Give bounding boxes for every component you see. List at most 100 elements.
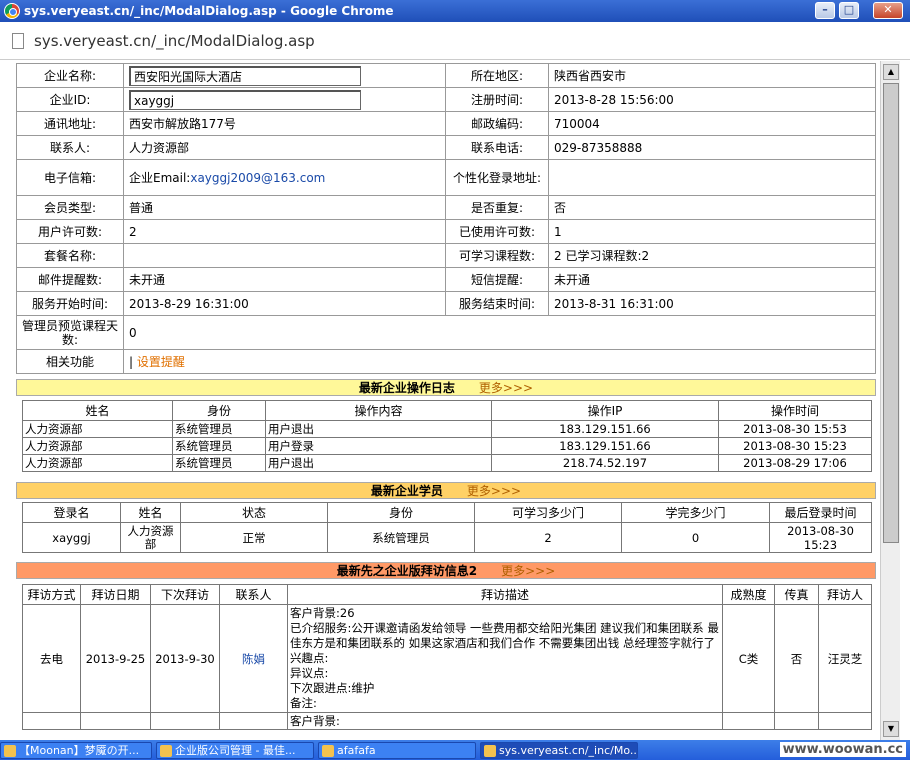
mail-remind-label: 邮件提醒数:: [16, 267, 124, 292]
watermark: www.woowan.cc: [779, 742, 906, 757]
visits-section-header: 最新先之企业版拜访信息2 更多>>>: [16, 562, 876, 579]
scroll-up-arrow-icon[interactable]: ▲: [883, 64, 899, 80]
student-cell: 正常: [180, 522, 328, 553]
visit-maturity: C类: [722, 604, 775, 713]
taskbar: 【Moonan】梦魇の开... 企业版公司管理 - 最佳... afafafa …: [0, 740, 910, 760]
log-cell: 人力资源部: [22, 437, 173, 455]
page-icon: [12, 33, 24, 49]
students-section-title: 最新企业学员: [370, 484, 443, 498]
contact-label: 联系人:: [16, 135, 124, 160]
package-label: 套餐名称:: [16, 243, 124, 268]
log-section-header: 最新企业操作日志 更多>>>: [16, 379, 876, 396]
taskbar-item-label: sys.veryeast.cn/_inc/Mo...: [499, 744, 638, 757]
member-type-value: 普通: [123, 195, 446, 220]
address-bar[interactable]: sys.veryeast.cn/_inc/ModalDialog.asp: [0, 22, 910, 60]
students-header: 登录名: [22, 502, 121, 523]
visit-desc-line: 备注:: [290, 696, 317, 710]
start-value: 2013-8-29 16:31:00: [123, 291, 446, 316]
visit-visitor: 汪灵芝: [818, 604, 872, 713]
visits-header: 成熟度: [722, 584, 775, 605]
visit-contact-link[interactable]: 陈娟: [219, 604, 288, 713]
students-section-header: 最新企业学员 更多>>>: [16, 482, 876, 499]
scroll-down-arrow-icon[interactable]: ▼: [883, 721, 899, 737]
custom-login-value: [548, 159, 876, 196]
zip-label: 邮政编码:: [445, 111, 549, 136]
visits-header: 下次拜访: [150, 584, 220, 605]
visit-desc-line: 已介绍服务:公开课邀请函发给领导 一些费用都交给阳光集团 建议我们和集团联系 最…: [290, 621, 719, 650]
log-header-role: 身份: [172, 400, 266, 421]
scroll-thumb[interactable]: [883, 83, 899, 543]
chrome-icon: [4, 3, 20, 19]
log-header-content: 操作内容: [265, 400, 492, 421]
visit-desc-line: 客户背景:: [287, 712, 723, 730]
admin-preview-label: 管理员预览课程天数:: [16, 315, 124, 350]
company-name-input[interactable]: 西安阳光国际大酒店: [129, 65, 361, 86]
package-value: [123, 243, 446, 268]
app-icon: [4, 745, 16, 757]
log-cell: 用户登录: [265, 437, 492, 455]
visit-desc-line: 兴趣点:: [290, 651, 329, 665]
minimize-button[interactable]: –: [815, 2, 835, 19]
related-label: 相关功能: [16, 349, 124, 374]
end-label: 服务结束时间:: [445, 291, 549, 316]
log-cell: 2013-08-30 15:53: [718, 420, 872, 438]
log-cell: 系统管理员: [172, 420, 266, 438]
maximize-button[interactable]: □: [839, 2, 859, 19]
region-label: 所在地区:: [445, 63, 549, 88]
student-cell: 2013-08-30 15:23: [769, 522, 872, 553]
folder-icon: [322, 745, 334, 757]
address-label: 通讯地址:: [16, 111, 124, 136]
user-license-value: 2: [123, 219, 446, 244]
duplicate-label: 是否重复:: [445, 195, 549, 220]
chrome-icon: [484, 745, 496, 757]
log-cell: 人力资源部: [22, 420, 173, 438]
visits-header: 联系人: [219, 584, 288, 605]
used-license-label: 已使用许可数:: [445, 219, 549, 244]
table-row: 人力资源部 系统管理员 用户退出 218.74.52.197 2013-08-29 17…: [22, 454, 872, 472]
visit-fax: 否: [774, 604, 819, 713]
log-cell: 用户退出: [265, 454, 492, 472]
log-cell: 用户退出: [265, 420, 492, 438]
member-type-label: 会员类型:: [16, 195, 124, 220]
table-row: 人力资源部 系统管理员 用户退出 183.129.151.66 2013-08-30 1…: [22, 420, 872, 438]
visit-date: 2013-9-25: [80, 604, 151, 713]
log-cell: 2013-08-29 17:06: [718, 454, 872, 472]
log-cell: 183.129.151.66: [491, 437, 719, 455]
visits-header: 拜访方式: [22, 584, 81, 605]
taskbar-item-label: 【Moonan】梦魇の开...: [19, 744, 140, 757]
visit-desc-line: 下次跟进点:维护: [290, 681, 375, 695]
taskbar-item-modal-dialog[interactable]: sys.veryeast.cn/_inc/Mo...: [480, 742, 638, 759]
reg-time-value: 2013-8-28 15:56:00: [548, 87, 876, 112]
taskbar-item-moonan[interactable]: 【Moonan】梦魇の开...: [0, 742, 152, 759]
window-title: sys.veryeast.cn/_inc/ModalDialog.asp - G…: [24, 4, 394, 18]
log-more-link[interactable]: 更多>>>: [479, 381, 533, 395]
company-id-input[interactable]: xayggj: [129, 89, 361, 110]
table-row: 人力资源部 系统管理员 用户登录 183.129.151.66 2013-08-30 1…: [22, 437, 872, 455]
courses-value: 2 已学习课程数:2: [548, 243, 876, 268]
used-license-value: 1: [548, 219, 876, 244]
visits-section-title: 最新先之企业版拜访信息2: [336, 564, 478, 578]
log-section-title: 最新企业操作日志: [358, 381, 455, 395]
student-cell: 人力资源部: [120, 522, 181, 553]
log-header-ip: 操作IP: [491, 400, 719, 421]
contact-value: 人力资源部: [123, 135, 446, 160]
set-reminder-link[interactable]: 设置提醒: [137, 355, 185, 369]
students-header: 身份: [327, 502, 475, 523]
email-link[interactable]: xayggj2009@163.com: [190, 171, 325, 185]
students-more-link[interactable]: 更多>>>: [467, 484, 521, 498]
visits-header: 拜访人: [818, 584, 872, 605]
company-info-table: 企业名称: 西安阳光国际大酒店 所在地区: 陕西省西安市 企业ID: xaygg…: [16, 63, 876, 374]
close-button[interactable]: ✕: [873, 2, 903, 19]
student-cell: 系统管理员: [327, 522, 475, 553]
taskbar-item-afafafa[interactable]: afafafa: [318, 742, 476, 759]
vertical-scrollbar[interactable]: ▲ ▼: [880, 61, 900, 740]
students-table: 登录名 姓名 状态 身份 可学习多少门 学完多少门 最后登录时间 xayggj …: [22, 502, 872, 553]
log-cell: 系统管理员: [172, 454, 266, 472]
reg-time-label: 注册时间:: [445, 87, 549, 112]
start-label: 服务开始时间:: [16, 291, 124, 316]
user-license-label: 用户许可数:: [16, 219, 124, 244]
visits-more-link[interactable]: 更多>>>: [501, 564, 555, 578]
taskbar-item-company-admin[interactable]: 企业版公司管理 - 最佳...: [156, 742, 314, 759]
end-value: 2013-8-31 16:31:00: [548, 291, 876, 316]
chrome-icon: [160, 745, 172, 757]
